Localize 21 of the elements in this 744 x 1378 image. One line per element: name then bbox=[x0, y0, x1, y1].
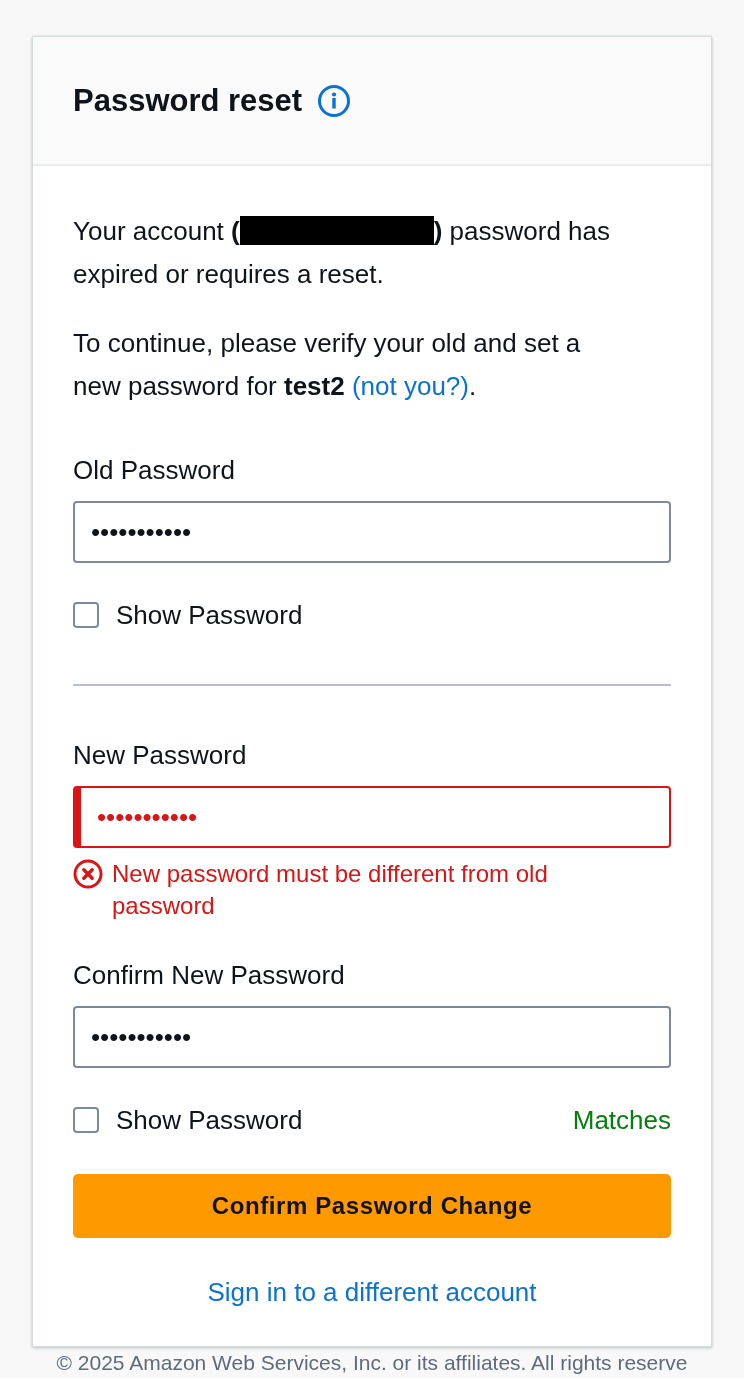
account-expired-message: Your account ( ) password has expired or requires a reset. bbox=[73, 215, 612, 291]
show-password-checkbox[interactable] bbox=[73, 1107, 99, 1133]
error-message: New password must be different from old password bbox=[112, 859, 549, 921]
field-label: Confirm New Password bbox=[73, 959, 346, 991]
not-you-link[interactable]: (not you?) bbox=[351, 371, 469, 401]
info-icon[interactable] bbox=[318, 84, 351, 117]
show-password-checkbox[interactable] bbox=[73, 602, 99, 628]
field-label: New Password bbox=[73, 739, 248, 771]
checkbox-label[interactable]: Show Password bbox=[116, 599, 303, 631]
checkbox-label[interactable]: Show Password bbox=[116, 1104, 303, 1136]
page-title: Password reset bbox=[73, 81, 303, 120]
sign-in-different-account-link[interactable]: Sign in to a different account bbox=[207, 1276, 537, 1308]
confirm-password-change-button[interactable]: Confirm Password Change bbox=[73, 1174, 671, 1238]
password-field[interactable]: ••••••••••• bbox=[73, 786, 671, 848]
verify-instructions: To continue, please verify your old and set a new password for test2 (not you?). bbox=[73, 327, 582, 403]
match-status: Matches bbox=[572, 1104, 671, 1136]
error-icon bbox=[73, 859, 103, 889]
password-field[interactable]: ••••••••••• bbox=[73, 1006, 671, 1068]
copyright-text: © 2025 Amazon Web Services, Inc. or its affiliates. All rights reserve bbox=[56, 1351, 688, 1374]
field-label: Old Password bbox=[73, 454, 236, 486]
password-field[interactable]: ••••••••••• bbox=[73, 501, 671, 563]
